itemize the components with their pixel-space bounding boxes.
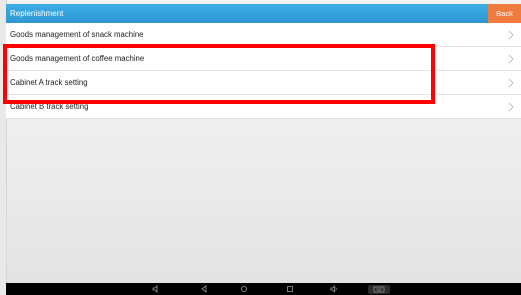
- volume-up-icon[interactable]: [330, 285, 338, 293]
- recents-icon[interactable]: [286, 285, 294, 293]
- chevron-right-icon: [508, 102, 514, 112]
- home-icon[interactable]: [240, 285, 248, 293]
- page-title: Replenishment: [10, 9, 64, 18]
- back-icon[interactable]: [200, 285, 208, 293]
- title-bar: Replenishment Back: [6, 4, 521, 23]
- keyboard-icon[interactable]: [368, 285, 390, 294]
- chevron-right-icon: [508, 30, 514, 40]
- back-button[interactable]: Back: [488, 4, 521, 23]
- volume-down-icon[interactable]: [152, 285, 160, 293]
- system-nav-bar: [6, 283, 521, 295]
- chevron-right-icon: [508, 54, 514, 64]
- menu-item-label: Goods management of snack machine: [10, 30, 144, 39]
- highlight-box: [3, 44, 435, 104]
- chevron-right-icon: [508, 78, 514, 88]
